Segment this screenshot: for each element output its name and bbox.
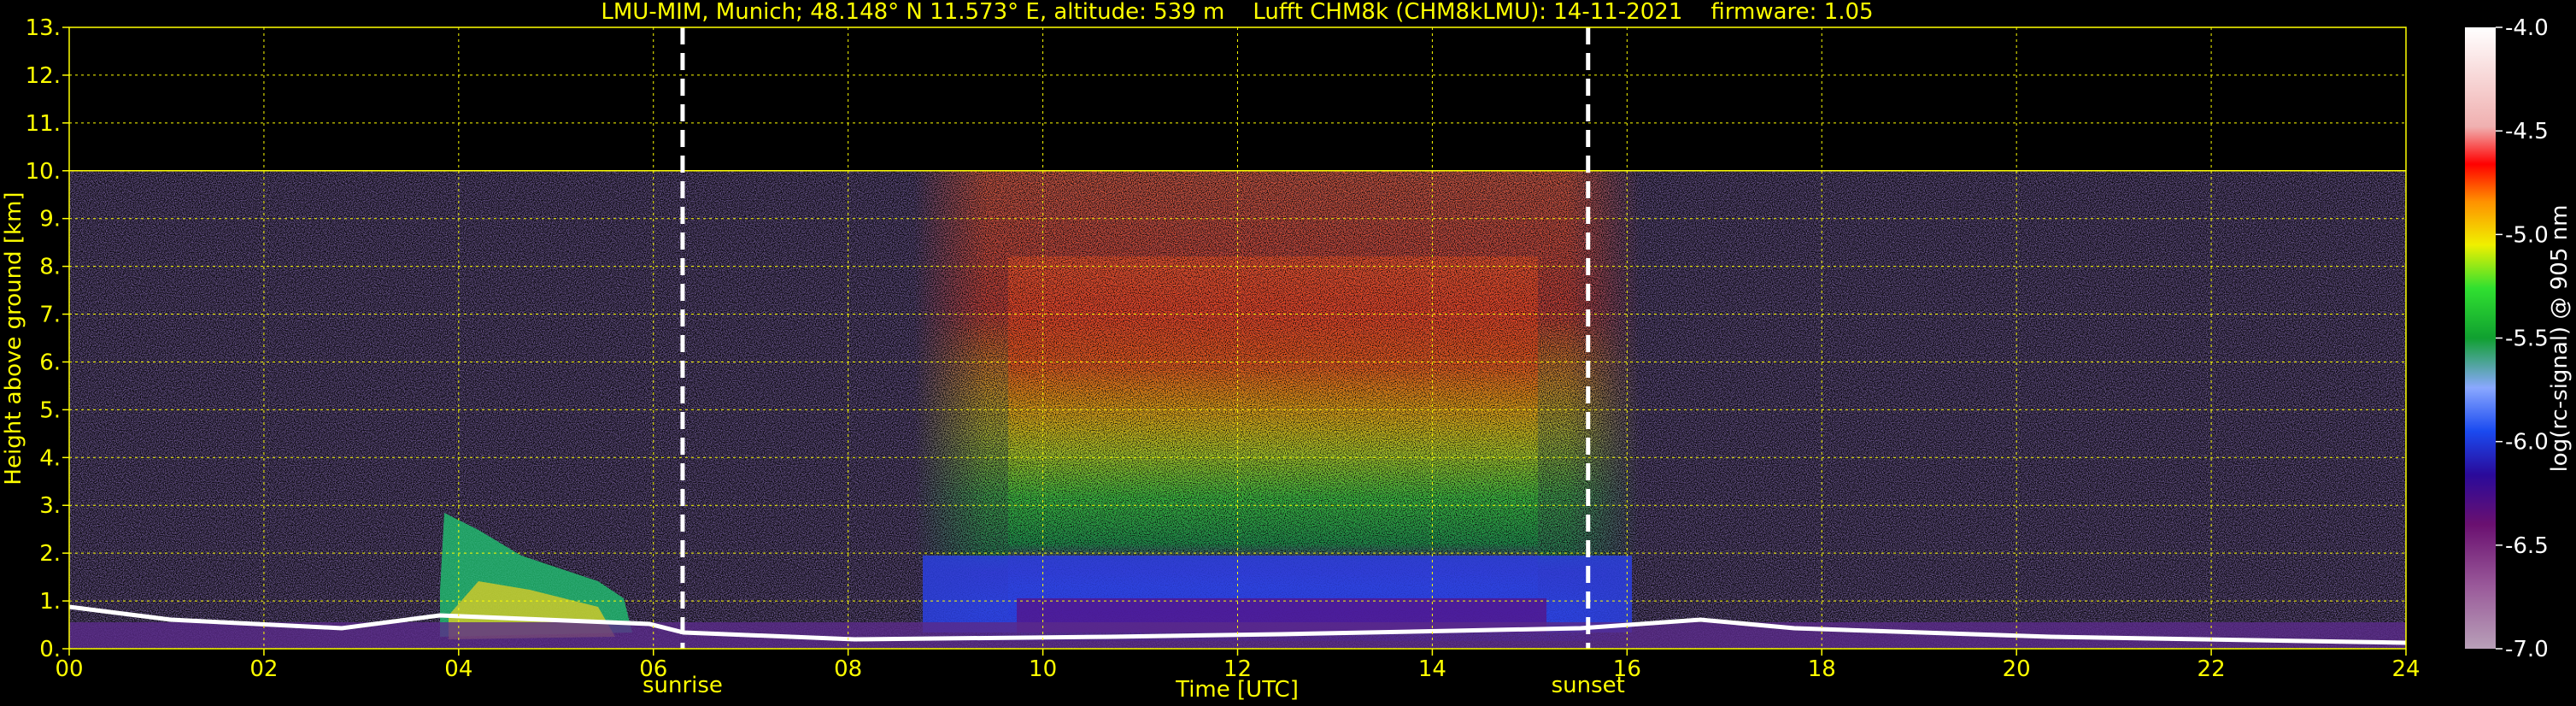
y-tick-label: 10. (26, 159, 61, 185)
x-tick-label: 02 (249, 656, 278, 682)
ceilometer-plot: sunrise sunset 0.1.2.3.4.5.6.7.8.9.10.11.… (1, 0, 2573, 703)
x-tick-label: 14 (1418, 656, 1446, 682)
colorbar (2465, 27, 2496, 649)
colorbar-label: log(rc-signal) @ 905 nm (2547, 205, 2573, 473)
y-tick-label: 8. (39, 255, 61, 280)
colorbar-tick-label: -7.0 (2505, 637, 2549, 662)
colorbar-tick-label: -4.5 (2505, 119, 2549, 144)
colorbar-tick-label: -6.0 (2505, 430, 2549, 456)
x-tick-label: 04 (444, 656, 472, 682)
y-axis-label: Height above ground [km] (1, 191, 26, 485)
x-tick-label: 06 (639, 656, 667, 682)
x-tick-label: 00 (55, 656, 83, 682)
y-tick-label: 13. (26, 15, 61, 41)
y-tick-label: 6. (39, 350, 61, 375)
colorbar-tick-label: -4.0 (2505, 15, 2549, 41)
y-axis-ticks: 0.1.2.3.4.5.6.7.8.9.10.11.12.13. (26, 15, 69, 662)
x-tick-label: 08 (834, 656, 862, 682)
x-axis-label: Time [UTC] (1175, 677, 1299, 703)
x-tick-label: 24 (2391, 656, 2420, 682)
x-tick-label: 18 (1808, 656, 1836, 682)
chart-title: LMU-MIM, Munich; 48.148° N 11.573° E, al… (601, 0, 1873, 25)
x-tick-label: 20 (2003, 656, 2031, 682)
y-tick-label: 7. (39, 303, 61, 328)
colorbar-tick-label: -5.0 (2505, 222, 2549, 248)
colorbar-ticks: -4.0 -4.5 -5.0 -5.5 -6.0 -6.5 -7.0 (2496, 15, 2549, 662)
colorbar-tick-label: -5.5 (2505, 327, 2549, 352)
y-tick-label: 3. (39, 493, 61, 519)
x-tick-label: 22 (2198, 656, 2226, 682)
colorbar-tick-label: -6.5 (2505, 533, 2549, 559)
y-tick-label: 11. (26, 111, 61, 137)
x-tick-label: 10 (1029, 656, 1057, 682)
y-tick-label: 4. (39, 445, 61, 471)
y-tick-label: 12. (26, 63, 61, 89)
y-tick-label: 1. (39, 589, 61, 615)
x-tick-label: 16 (1613, 656, 1641, 682)
y-tick-label: 2. (39, 541, 61, 567)
y-tick-label: 5. (39, 397, 61, 423)
y-tick-label: 9. (39, 207, 61, 232)
